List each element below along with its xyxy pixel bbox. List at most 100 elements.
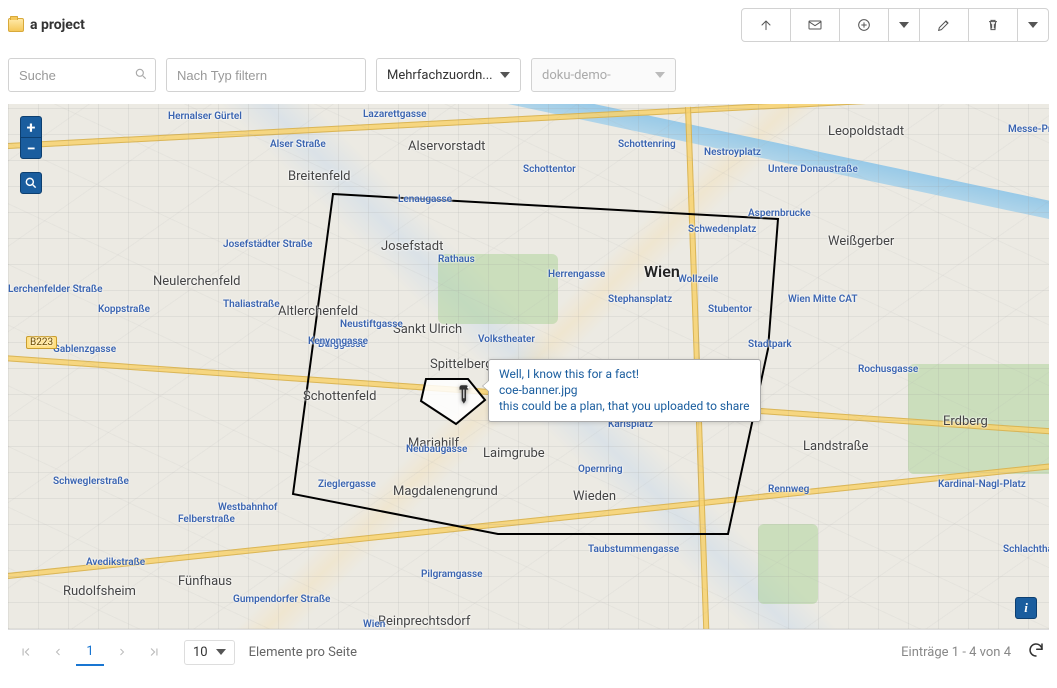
map-label: Kardinal-Nagl-Platz xyxy=(938,479,1026,490)
map-label: Josefstadt xyxy=(381,239,443,254)
map-label: Stadtpark xyxy=(748,339,792,350)
map-label: Lerchenfelder Straße xyxy=(8,284,102,295)
multi-assign-select[interactable]: Mehrfachzuordn... xyxy=(376,58,521,92)
map-label: Hernalser Gürtel xyxy=(168,111,242,122)
map-label: Breitenfeld xyxy=(288,169,351,184)
map-label: Opernring xyxy=(578,464,623,475)
map-label: B223 xyxy=(26,336,57,349)
map-label: Volkstheater xyxy=(478,334,535,345)
map-label: Landstraße xyxy=(803,439,868,454)
map-label: Schottenring xyxy=(618,139,676,150)
project-title-wrap: a project xyxy=(8,17,85,33)
header-toolbar xyxy=(742,8,1049,42)
map-canvas[interactable]: LeopoldstadtAlservorstadtBreitenfeldJose… xyxy=(8,104,1049,629)
map-label: Schottenfeld xyxy=(303,389,376,404)
type-filter-input[interactable] xyxy=(166,58,366,92)
map-label: Herrengasse xyxy=(548,269,605,280)
zoom-in-button[interactable]: + xyxy=(20,116,42,138)
map-label: Stephansplatz xyxy=(608,294,672,305)
caret-down-icon xyxy=(216,649,226,655)
pagination: 1 10 Elemente pro Seite xyxy=(12,638,357,666)
map-label: Rennweg xyxy=(768,484,809,495)
add-button[interactable] xyxy=(839,8,889,42)
caret-down-icon xyxy=(899,22,909,28)
caret-down-icon xyxy=(1028,22,1038,28)
map-info-button[interactable]: i xyxy=(1015,597,1037,619)
map-label: Stubentor xyxy=(708,304,752,315)
page-prev-button[interactable] xyxy=(44,638,72,666)
zoom-controls: + − xyxy=(20,116,42,159)
more-dropdown-button[interactable] xyxy=(1017,8,1049,42)
map-label: Thaliastraße xyxy=(223,299,280,310)
map-label: Westbahnhof xyxy=(218,502,277,513)
page-last-button[interactable] xyxy=(140,638,168,666)
map-label: Taubstummengasse xyxy=(588,544,679,555)
edit-button[interactable] xyxy=(919,8,969,42)
multi-assign-label: Mehrfachzuordn... xyxy=(387,68,493,83)
tooltip-line: coe-banner.jpg xyxy=(499,382,750,398)
map-label: Schottentor xyxy=(523,164,576,175)
pagination-summary: Einträge 1 - 4 von 4 xyxy=(901,645,1011,660)
map-label: Avedikstraße xyxy=(86,557,145,568)
map-label: Pilgramgasse xyxy=(421,569,483,580)
map-label: Rathaus xyxy=(438,254,475,265)
map-label: Gumpendorfer Straße xyxy=(233,594,330,605)
project-title: a project xyxy=(30,17,85,33)
map-label: Untere Donaustraße xyxy=(768,164,858,175)
map-search-button[interactable] xyxy=(20,172,42,194)
map-label: Nestroyplatz xyxy=(704,147,761,158)
map-marker[interactable] xyxy=(453,382,479,412)
refresh-button[interactable] xyxy=(1027,641,1045,663)
map-label: Weißgerber xyxy=(828,234,894,249)
map-label: Fünfhaus xyxy=(178,574,232,589)
map-label: Josefstädter Straße xyxy=(223,239,313,250)
map-label: Rudolfsheim xyxy=(63,584,136,599)
caret-down-icon xyxy=(500,72,510,78)
page-next-button[interactable] xyxy=(108,638,136,666)
map-label: Rochusgasse xyxy=(858,364,918,375)
map-label: Zieglergasse xyxy=(318,479,376,490)
doku-label: doku-demo- xyxy=(542,68,611,83)
map-tooltip: Well, I know this for a fact! coe-banner… xyxy=(488,359,761,422)
type-filter-wrap xyxy=(166,58,366,92)
map-label: Altlerchenfeld xyxy=(278,304,358,319)
caret-down-icon xyxy=(655,72,665,78)
map-label: Gablenzgasse xyxy=(53,344,116,355)
map-label: Aspernbrucke xyxy=(748,208,811,219)
folder-icon xyxy=(8,18,24,32)
map-label: Messe-Prater xyxy=(1008,124,1049,135)
zoom-out-button[interactable]: − xyxy=(20,137,42,159)
map-label: Felberstraße xyxy=(178,514,235,525)
upload-button[interactable] xyxy=(741,8,791,42)
map-label: Kenyongasse xyxy=(308,336,368,347)
page-number-current[interactable]: 1 xyxy=(76,638,104,666)
map-label: Koppstraße xyxy=(98,304,150,315)
map-label: Sankt Ulrich xyxy=(393,322,462,337)
map-label: Neustiftgasse xyxy=(340,319,403,330)
map-label: Wollzeile xyxy=(678,274,718,285)
mail-button[interactable] xyxy=(790,8,840,42)
tooltip-line: Well, I know this for a fact! xyxy=(499,366,750,382)
map-label: Wien Mitte CAT xyxy=(788,294,858,305)
map-label: Wieden xyxy=(573,489,616,504)
page-first-button[interactable] xyxy=(12,638,40,666)
per-page-label: Elemente pro Seite xyxy=(249,645,357,660)
map-label: Alser Straße xyxy=(270,139,326,150)
map-label: Lenaugasse xyxy=(398,194,452,205)
per-page-value: 10 xyxy=(193,645,208,660)
map-label: Erdberg xyxy=(943,414,988,429)
map-label: Schlachthausgasse xyxy=(1003,544,1049,555)
map-label: Alservorstadt xyxy=(408,139,485,154)
doku-select[interactable]: doku-demo- xyxy=(531,58,676,92)
map-label: Neubaugasse xyxy=(406,444,467,455)
search-icon xyxy=(134,67,148,85)
map-label: Laimgrube xyxy=(483,446,545,461)
map-label: Spittelberg xyxy=(430,357,493,372)
tooltip-line: this could be a plan, that you uploaded … xyxy=(499,398,750,414)
per-page-select[interactable]: 10 xyxy=(184,640,235,665)
add-dropdown-button[interactable] xyxy=(888,8,920,42)
map-label: Lazarettgasse xyxy=(363,109,427,120)
search-wrap xyxy=(8,58,156,92)
delete-button[interactable] xyxy=(968,8,1018,42)
map-label: Wien xyxy=(644,262,680,281)
